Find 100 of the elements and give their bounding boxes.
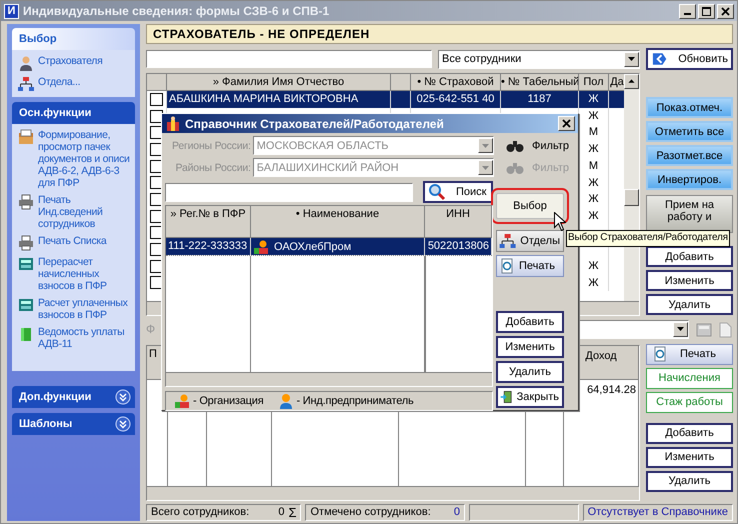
expand-icon[interactable]: [115, 416, 131, 432]
field-label: Регионы России:: [171, 140, 251, 152]
expand-icon[interactable]: [115, 389, 131, 405]
task-link[interactable]: Перерасчет начисленных взносов в ПФР: [38, 256, 133, 292]
table-cell: 111-222-333333: [166, 238, 251, 255]
people-icon: [165, 116, 181, 132]
close-icon: [721, 6, 730, 16]
section-header[interactable]: Шаблоны: [12, 413, 135, 435]
person-icon: [279, 393, 294, 409]
minimize-button[interactable]: [679, 4, 696, 18]
dialog-button[interactable]: Закрыть: [496, 386, 564, 408]
action-button[interactable]: Стаж работы: [646, 392, 733, 413]
app-icon: И: [4, 4, 19, 18]
action-button[interactable]: Добавить: [646, 246, 733, 268]
task-link[interactable]: Отдела...: [38, 76, 80, 88]
action-button[interactable]: Начисления: [646, 368, 733, 389]
dialog-button[interactable]: Отделы: [496, 230, 564, 252]
action-button[interactable]: Отметить все: [646, 121, 733, 142]
action-button[interactable]: Прием на работу и: [646, 195, 733, 234]
section-header[interactable]: Осн.функции: [12, 102, 135, 124]
close-button[interactable]: [558, 116, 575, 131]
dialog-button[interactable]: Изменить: [496, 336, 564, 358]
section-header[interactable]: Выбор: [12, 28, 135, 50]
navigation-bar[interactable]: [166, 372, 492, 386]
status-label: Отмечено сотрудников:: [310, 506, 431, 518]
folder-icon: [18, 129, 34, 145]
org-chart-icon: [499, 233, 516, 249]
scroll-up-icon[interactable]: [624, 74, 639, 90]
book-icon: [18, 326, 34, 342]
task-link[interactable]: Печать Инд.сведений сотрудников: [38, 194, 133, 230]
tooltip: Выбор Страхователя/Работодателя: [566, 230, 730, 247]
table-cell: 5022013806: [425, 238, 492, 255]
navigation-bar[interactable]: [147, 486, 639, 500]
person-icon: [18, 55, 34, 71]
dropdown-icon: [482, 166, 490, 170]
action-button[interactable]: Удалить: [646, 470, 733, 492]
section-title: Доп.функции: [19, 391, 92, 403]
legend-label: - Инд.предприниматель: [296, 395, 414, 407]
printer-icon: [18, 235, 34, 251]
section-title: Осн.функции: [19, 107, 92, 119]
exit-door-icon: [500, 388, 513, 406]
legend-label: - Организация: [193, 395, 264, 407]
window-title: Индивидуальные сведения: формы СЗВ-6 и СПВ-1: [23, 4, 330, 18]
dropdown-icon: [482, 144, 490, 148]
dialog-title: Справочник Страхователей/Работодателей: [185, 116, 445, 130]
binoculars-icon: [506, 138, 524, 152]
status-message: Отсутствует в Справочнике: [582, 504, 733, 521]
dialog-button[interactable]: Удалить: [496, 361, 564, 383]
section-header[interactable]: Доп.функции: [12, 386, 135, 408]
table-cell: 1187: [501, 91, 579, 108]
close-icon: [562, 119, 571, 128]
status-value: 0: [454, 506, 460, 518]
calculator-icon: [18, 297, 34, 313]
search-field[interactable]: [165, 182, 413, 202]
table-cell-text: 64,914.28: [586, 382, 637, 396]
filter-label: Ф: [146, 322, 156, 336]
action-button[interactable]: Добавить: [646, 422, 733, 444]
dropdown-icon: [677, 327, 684, 332]
sum-button[interactable]: Σ: [288, 504, 296, 520]
section-title: Выбор: [19, 33, 57, 45]
binoculars-icon: [506, 160, 524, 174]
action-button[interactable]: Изменить: [646, 270, 733, 292]
dialog-button[interactable]: Добавить: [496, 311, 564, 333]
refresh-icon: [651, 51, 668, 68]
task-link[interactable]: Страхователя: [38, 55, 103, 67]
status-label: Всего сотрудников:: [151, 506, 250, 518]
action-button[interactable]: Разотмет.все: [646, 145, 733, 166]
close-button[interactable]: [717, 4, 734, 18]
minimize-icon: [684, 13, 691, 15]
table-cell: Ж: [579, 91, 609, 108]
employee-filter-dropdown[interactable]: Все сотрудники: [438, 50, 640, 69]
insurer-banner: СТРАХОВАТЕЛЬ - НЕ ОПРЕДЕЛЕН: [146, 24, 733, 44]
search-field[interactable]: [146, 50, 432, 68]
organization-icon: [174, 393, 190, 409]
mouse-cursor-icon: [554, 212, 566, 231]
row-checkbox[interactable]: [150, 92, 163, 106]
action-button[interactable]: Изменить: [646, 446, 733, 468]
action-button[interactable]: Печать: [646, 344, 733, 365]
action-button[interactable]: Инвертиров.: [646, 169, 733, 190]
organization-icon: [253, 238, 269, 254]
search-icon: [428, 183, 446, 201]
search-button[interactable]: Поиск: [423, 181, 493, 203]
refresh-button[interactable]: Обновить: [646, 48, 733, 70]
maximize-button[interactable]: [698, 4, 715, 18]
status-value: 0: [278, 506, 284, 518]
action-button[interactable]: Показ.отмеч.: [646, 97, 733, 118]
action-button[interactable]: Удалить: [646, 294, 733, 316]
task-link[interactable]: Печать Списка: [38, 235, 106, 247]
calculator-icon: [18, 256, 34, 272]
table-cell: 025-642-551 40: [411, 91, 501, 108]
dialog-button[interactable]: Печать: [496, 255, 564, 277]
task-link[interactable]: Расчет уплаченных взносов в ПФР: [38, 297, 133, 321]
maximize-icon: [702, 6, 711, 16]
print-preview-icon: [652, 346, 668, 362]
dropdown-icon: [628, 57, 635, 62]
task-link[interactable]: Ведомость уплаты АДВ-11: [38, 326, 133, 350]
print-preview-icon: [499, 258, 515, 274]
scroll-thumb[interactable]: [624, 189, 639, 206]
task-link[interactable]: Формирование, просмотр пачек документов и описи АДВ-6-2, АДВ-6-3 для ПФР: [38, 129, 133, 189]
org-chart-icon: [18, 76, 34, 92]
